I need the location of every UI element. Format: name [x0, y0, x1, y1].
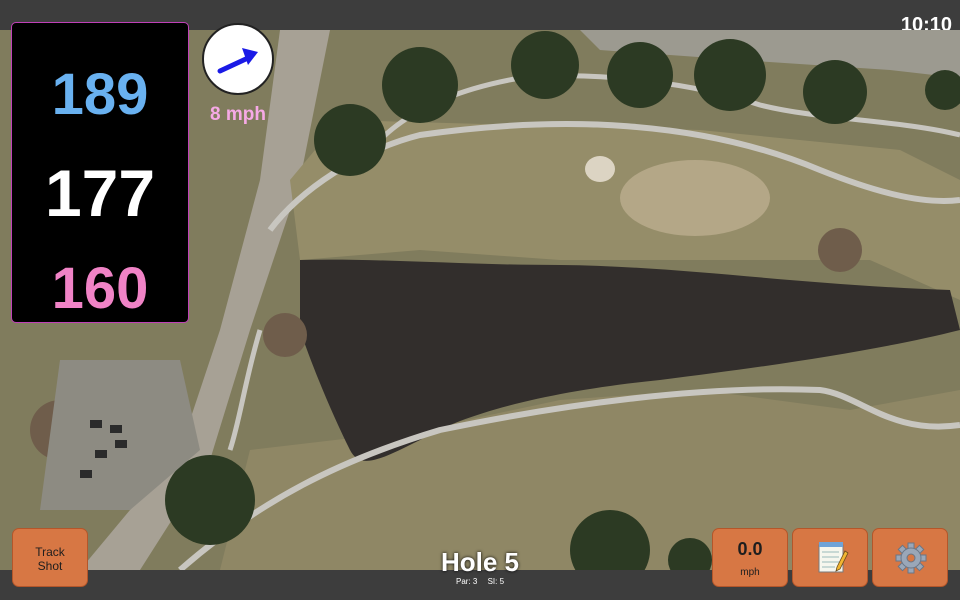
wind-speed-value: 0.0	[737, 539, 763, 559]
settings-button[interactable]	[872, 528, 948, 587]
wind-speed-button[interactable]: 0.0 mph	[712, 528, 788, 587]
track-shot-button[interactable]: Track Shot	[12, 528, 88, 587]
notes-button[interactable]	[792, 528, 868, 587]
hole-si: SI: 5	[487, 577, 505, 586]
hole-info: Par: 3 SI: 5	[430, 577, 530, 586]
distance-middle: 177	[44, 156, 156, 230]
wind-speed-label: 8 mph	[210, 104, 266, 125]
distance-panel: 189 177 160	[11, 22, 189, 323]
distance-front: 160	[51, 256, 149, 321]
putting-green	[620, 160, 770, 236]
wind-speed-unit: mph	[740, 567, 760, 578]
track-shot-label: Track Shot	[35, 545, 65, 573]
gear-icon	[895, 542, 927, 574]
distance-back: 189	[51, 62, 149, 127]
bunker	[585, 156, 615, 182]
arrow-icon	[217, 48, 258, 74]
hole-title: Hole 5	[440, 547, 520, 577]
hole-par: Par: 3	[455, 577, 478, 586]
wind-direction-indicator	[202, 23, 274, 95]
notepad-icon	[818, 542, 849, 573]
